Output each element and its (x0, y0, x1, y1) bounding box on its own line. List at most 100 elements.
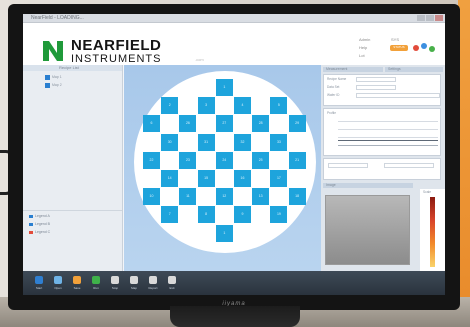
alert-icon[interactable] (413, 45, 419, 51)
wafer-die[interactable]: 33 (270, 133, 288, 151)
taskbar-app-icon (111, 276, 119, 284)
taskbar-item[interactable]: Exit (166, 274, 178, 294)
measurement-panel: Measurement Settings Recipe Name Data Se… (321, 65, 445, 271)
wafer-die[interactable]: 12 (215, 188, 233, 206)
taskbar-item[interactable]: Run (90, 274, 102, 294)
wafer-die[interactable]: 31 (197, 133, 215, 151)
wafer-die[interactable]: 4 (234, 97, 251, 115)
header-item[interactable]: Lot (359, 53, 365, 58)
setting-field[interactable] (384, 163, 434, 168)
app-header: NEARFIELD INSTRUMENTS .com Admin Help Lo… (23, 23, 445, 65)
section-title: Settings (388, 67, 401, 71)
wafer-die[interactable]: 5 (270, 97, 288, 115)
recipe-item[interactable]: Map 1 (52, 75, 62, 79)
wafer-die[interactable]: 22 (143, 151, 160, 169)
taskbar-item-label: Stop (111, 286, 119, 290)
wafer-die-label: 23 (185, 157, 190, 162)
recipe-item-marker[interactable] (45, 75, 50, 80)
profile-plot: Profile (323, 108, 441, 156)
monitor: NearField - LOADING... NEARFIELD INSTRUM… (8, 4, 460, 310)
wafer-die[interactable]: 26 (179, 115, 197, 133)
plot-label: Profile (327, 111, 337, 115)
wafer-die[interactable]: 21 (288, 151, 306, 169)
wafer-die[interactable]: 32 (234, 133, 251, 151)
wafer-die-label: 2 (168, 103, 171, 108)
wafer-die[interactable]: 16 (234, 170, 251, 187)
recipe-panel: Recipe List Map 1 Map 2 Legend A Legend … (23, 65, 123, 271)
gridline (338, 121, 438, 122)
section-header: Measurement (323, 67, 383, 72)
wafer-die-label: 8 (205, 212, 208, 217)
wafer-die[interactable]: 11 (179, 188, 197, 206)
header-item[interactable]: Help (359, 45, 367, 50)
minimize-button[interactable] (417, 15, 425, 21)
wafer-die[interactable]: 10 (143, 188, 160, 206)
wafer-die[interactable]: 19 (270, 206, 288, 224)
taskbar-app-icon (54, 276, 62, 284)
recipe-item[interactable]: Map 2 (52, 83, 62, 87)
taskbar-item[interactable]: Save (71, 274, 83, 294)
wafer-die-label: 13 (258, 194, 263, 199)
color-scale-box: Scale (420, 189, 445, 271)
taskbar-item-label: Exit (169, 286, 175, 290)
wafer-die[interactable]: 9 (234, 206, 251, 224)
wafer-die[interactable]: 3 (197, 97, 215, 115)
wafer-die[interactable]: 13 (252, 188, 270, 206)
wafer-die[interactable]: 6 (143, 115, 160, 133)
maximize-button[interactable] (426, 15, 434, 21)
recipe-item-marker[interactable] (45, 83, 50, 88)
legend-swatch (29, 223, 33, 226)
legend-label: Legend C (35, 230, 51, 234)
wafer-die-label: 1 (223, 230, 226, 235)
taskbar-item-label: Report (148, 286, 158, 290)
wafer-die[interactable]: 1 (215, 224, 233, 242)
header-tools: Admin Help Lot SYS STATUS (355, 33, 445, 69)
divider (23, 210, 122, 211)
taskbar-item-label: Start (35, 286, 43, 290)
wafer-die[interactable]: 24 (215, 151, 233, 169)
wafer-die[interactable]: 1 (215, 79, 233, 96)
wafer-die[interactable]: 28 (252, 115, 270, 133)
wafer-map-panel: 1 2 3 4 5 6 26 27 28 29 30 31 32 33 22 23 24 25 21 14 15 16 17… (124, 65, 321, 271)
info-row: Data Set (327, 85, 340, 89)
wafer-die[interactable]: 7 (161, 206, 179, 224)
wafer-die-label: 24 (222, 157, 227, 162)
header-item[interactable]: Admin (359, 37, 370, 42)
wafer-die[interactable]: 30 (161, 133, 179, 151)
wafer-die[interactable]: 8 (197, 206, 215, 224)
close-button[interactable] (435, 15, 443, 21)
section-title: Measurement (326, 67, 348, 71)
wafer-die[interactable]: 29 (288, 115, 306, 133)
taskbar-item[interactable]: Open (52, 274, 64, 294)
taskbar-item[interactable]: Map (128, 274, 140, 294)
wafer-die[interactable]: 27 (215, 115, 233, 133)
ok-icon[interactable] (429, 46, 435, 52)
wafer-die[interactable]: 15 (197, 170, 215, 187)
wafer-id-field[interactable] (356, 93, 440, 98)
taskbar-item-label: Save (73, 286, 81, 290)
data-set-field[interactable] (356, 85, 396, 90)
wafer-die[interactable]: 14 (161, 170, 179, 187)
taskbar-item[interactable]: Stop (109, 274, 121, 294)
header-item[interactable]: SYS (391, 37, 399, 42)
gridline (338, 129, 438, 130)
taskbar-item[interactable]: Report (147, 274, 159, 294)
recipe-name-field[interactable] (356, 77, 396, 82)
wafer-die[interactable]: 25 (252, 151, 270, 169)
wafer-die-label: 6 (150, 121, 153, 126)
wafer-die[interactable]: 18 (288, 188, 306, 206)
wafer-die-label: 1 (223, 85, 226, 89)
setting-field[interactable] (328, 163, 368, 168)
wafer-die[interactable]: 17 (270, 170, 288, 187)
info-icon[interactable] (421, 43, 427, 49)
wafer-die[interactable]: 23 (179, 151, 197, 169)
taskbar: Start Open Save Run Stop Map Report Exit (23, 271, 445, 295)
image-preview[interactable] (325, 195, 410, 265)
color-scale-bar (430, 197, 435, 267)
taskbar-item[interactable]: Start (33, 274, 45, 294)
nearfield-logo-icon (43, 41, 63, 61)
wafer-die[interactable]: 2 (161, 97, 179, 115)
wafer-map[interactable]: 1 2 3 4 5 6 26 27 28 29 30 31 32 33 22 23 24 25 21 14 15 16 17… (134, 71, 316, 253)
wafer-die-label: 15 (204, 176, 209, 180)
status-pill: STATUS (390, 45, 408, 51)
